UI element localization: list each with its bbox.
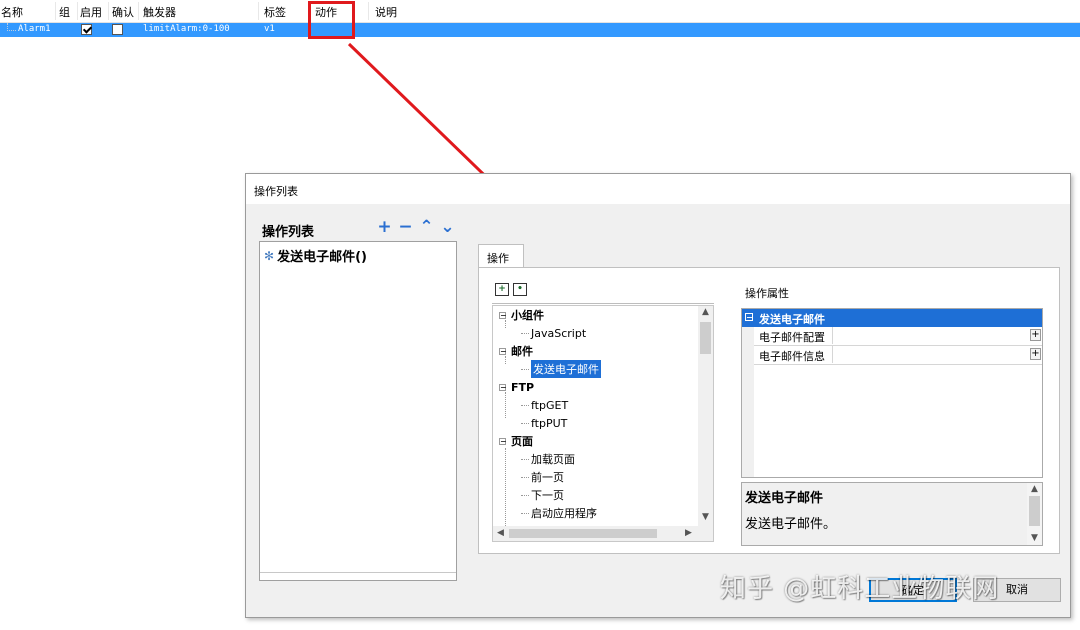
property-category[interactable]: − 发送电子邮件 [742,309,1042,327]
tree-node-label: 邮件 [511,345,533,358]
watermark: 知乎 @虹科工业物联网 [720,574,1000,604]
collapse-icon[interactable]: − [745,313,753,322]
tree-node-label: 发送电子邮件 [531,360,601,378]
collapse-all-icon[interactable]: • [513,283,527,296]
remove-action-button[interactable]: − [397,219,414,237]
tree-node-label: JavaScript [531,326,587,340]
tree-node-label: ftpPUT [531,416,568,430]
property-row-email-info[interactable]: 电子邮件信息 + [754,346,1042,365]
scrollbar-thumb[interactable] [1029,496,1040,526]
action-list-item[interactable]: ✻ 发送电子邮件() [264,246,367,266]
tree-node-label: 小组件 [511,309,544,322]
dialog-title-bar[interactable]: 操作列表 [246,174,1070,204]
tree-node-label: 启动应用程序 [531,507,597,520]
scroll-up-icon[interactable]: ▲ [702,307,709,317]
vertical-scrollbar[interactable]: ▲ ▼ [698,306,713,526]
tree-group-page[interactable]: − 页面 [499,432,533,450]
expand-all-icon[interactable]: + [495,283,509,296]
tree-item-launch-app[interactable]: 启动应用程序 [521,504,597,522]
tree-item-send-email[interactable]: 发送电子邮件 [521,360,601,378]
horizontal-scrollbar[interactable]: ◀ ▶ [493,526,713,541]
action-list-dialog: 操作列表 操作列表 + − ⌃ ⌄ ✻ 发送电子邮件() 操作 + • − 小组… [245,173,1071,618]
tab-action-label: 操作 [487,252,509,265]
scroll-right-icon[interactable]: ▶ [685,528,692,538]
scrollbar-thumb[interactable] [509,529,657,538]
tree-node-label: FTP [511,380,535,394]
horizontal-scrollbar[interactable] [260,572,456,580]
tree-toolbar: + • [495,283,527,296]
tree-item-ftpput[interactable]: ftpPUT [520,414,568,432]
tree-group-mail[interactable]: − 邮件 [499,342,533,360]
properties-label: 操作属性 [745,287,789,300]
tree-node-label: ftpGET [531,398,569,412]
tree-connector [505,448,506,528]
expand-icon[interactable]: + [1030,329,1041,341]
description-title: 发送电子邮件 [745,491,824,506]
property-category-label: 发送电子邮件 [759,313,825,326]
scroll-down-icon[interactable]: ▼ [702,512,709,522]
description-box: 发送电子邮件 发送电子邮件。 ▲ ▼ [741,482,1043,546]
move-up-button[interactable]: ⌃ [418,219,435,237]
action-tab-panel: + • − 小组件 JavaScript − 邮件 发送电子邮件 − FTP f… [478,267,1060,554]
vertical-scrollbar[interactable]: ▲ ▼ [1027,483,1042,545]
move-down-button[interactable]: ⌄ [439,219,456,237]
scrollbar-thumb[interactable] [700,322,711,354]
action-type-tree[interactable]: − 小组件 JavaScript − 邮件 发送电子邮件 − FTP ftpGE… [492,305,714,542]
divider [492,303,714,304]
gear-icon: ✻ [264,248,275,263]
tab-action[interactable]: 操作 [478,244,524,268]
action-list-toolbar: + − ⌃ ⌄ [376,219,456,237]
property-value[interactable] [832,346,1028,363]
collapse-icon[interactable]: − [499,383,507,391]
property-grid-margin [742,327,754,477]
tree-item-next-page[interactable]: 下一页 [521,486,564,504]
property-name: 电子邮件信息 [759,350,825,363]
description-text: 发送电子邮件。 [745,517,837,532]
add-action-button[interactable]: + [376,219,393,237]
tree-node-label: 前一页 [531,471,564,484]
tree-node-label: 页面 [511,435,533,448]
tree-item-javascript[interactable]: JavaScript [520,324,587,342]
scroll-left-icon[interactable]: ◀ [497,528,504,538]
tree-node-label: 下一页 [531,489,564,502]
collapse-icon[interactable]: − [499,347,507,355]
tree-group-widgets[interactable]: − 小组件 [499,306,544,324]
expand-icon[interactable]: + [1030,348,1041,360]
property-value[interactable] [832,327,1028,344]
scroll-up-icon[interactable]: ▲ [1031,484,1038,494]
tree-item-load-page[interactable]: 加载页面 [521,450,575,468]
collapse-icon[interactable]: − [499,311,507,319]
tree-item-previous-page[interactable]: 前一页 [521,468,564,486]
collapse-icon[interactable]: − [499,437,507,445]
tree-item-ftpget[interactable]: ftpGET [520,396,569,414]
action-list-item-label: 发送电子邮件() [277,250,367,265]
tree-node-label: 加载页面 [531,453,575,466]
action-list[interactable]: ✻ 发送电子邮件() [259,241,457,581]
property-grid[interactable]: − 发送电子邮件 电子邮件配置 + 电子邮件信息 + [741,308,1043,478]
scroll-down-icon[interactable]: ▼ [1031,533,1038,543]
dialog-title: 操作列表 [254,185,298,198]
property-row-email-config[interactable]: 电子邮件配置 + [754,327,1042,346]
property-name: 电子邮件配置 [759,331,825,344]
action-list-heading: 操作列表 [262,225,315,240]
tree-group-ftp[interactable]: − FTP [499,378,534,396]
